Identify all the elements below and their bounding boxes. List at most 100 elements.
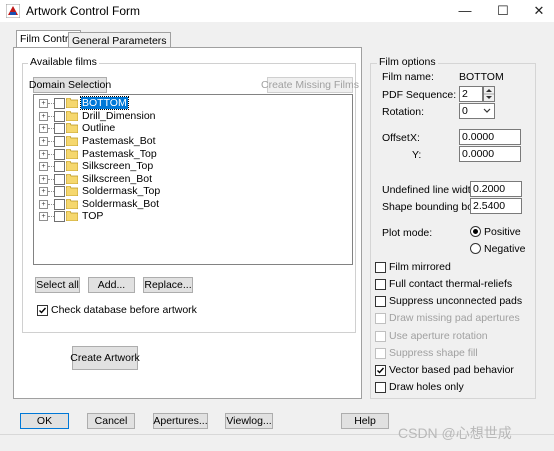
rotation-value: 0 <box>462 105 468 117</box>
film-checkbox[interactable] <box>54 186 65 197</box>
expand-icon[interactable]: + <box>39 187 48 196</box>
suppress-unconnected-pads-checkbox[interactable] <box>375 296 386 307</box>
chevron-down-icon <box>483 108 491 113</box>
app-icon <box>6 4 20 18</box>
film-label[interactable]: Soldermask_Bot <box>81 198 160 210</box>
watermark-text: CSDN @心想世成 <box>398 425 512 441</box>
film-label[interactable]: TOP <box>81 210 104 222</box>
available-films-label: Available films <box>28 56 99 68</box>
expand-icon[interactable]: + <box>39 99 48 108</box>
film-label[interactable]: Outline <box>81 122 116 134</box>
expand-icon[interactable]: + <box>39 212 48 221</box>
pdf-sequence-input[interactable]: 2 <box>459 86 483 102</box>
expand-icon[interactable]: + <box>39 150 48 159</box>
draw-missing-pad-apertures-label: Draw missing pad apertures <box>389 312 520 324</box>
film-checkbox[interactable] <box>54 136 65 147</box>
folder-icon <box>66 136 78 146</box>
plot-mode-positive-label: Positive <box>484 226 521 238</box>
vector-based-pad-behavior-checkbox[interactable] <box>375 365 386 376</box>
film-options-label: Film options <box>377 56 438 68</box>
expand-icon[interactable]: + <box>39 112 48 121</box>
film-label[interactable]: Pastemask_Top <box>81 148 158 160</box>
film-checkbox[interactable] <box>54 199 65 210</box>
window-title: Artwork Control Form <box>26 4 141 18</box>
check-database-checkbox[interactable] <box>37 305 48 316</box>
film-label[interactable]: Pastemask_Bot <box>81 135 157 147</box>
check-database-label: Check database before artwork <box>51 304 197 316</box>
add-button[interactable]: Add... <box>88 277 135 293</box>
pdf-sequence-label: PDF Sequence: <box>382 89 457 101</box>
help-button[interactable]: Help <box>341 413 389 429</box>
shape-bounding-box-input[interactable]: 2.5400 <box>470 198 522 214</box>
film-tree[interactable]: + BOTTOM + Drill_Dimension + Outline + P… <box>33 94 353 265</box>
use-aperture-rotation-checkbox <box>375 331 386 342</box>
film-label[interactable]: Silkscreen_Top <box>81 160 154 172</box>
film-label[interactable]: Drill_Dimension <box>81 110 157 122</box>
full-contact-thermal-reliefs-checkbox[interactable] <box>375 279 386 290</box>
expand-icon[interactable]: + <box>39 137 48 146</box>
domain-selection-button[interactable]: Domain Selection <box>29 77 111 93</box>
title-bar: Artwork Control Form — ☐ ✕ <box>0 0 554 22</box>
suppress-shape-fill-checkbox <box>375 348 386 359</box>
ok-button[interactable]: OK <box>20 413 69 429</box>
maximize-button[interactable]: ☐ <box>486 0 520 22</box>
undefined-line-width-input[interactable]: 0.2000 <box>470 181 522 197</box>
offset-x-label: X: <box>410 132 420 144</box>
tree-node[interactable]: + Pastemask_Bot <box>34 135 234 148</box>
expand-icon[interactable]: + <box>39 124 48 133</box>
folder-icon <box>66 98 78 108</box>
folder-icon <box>66 211 78 221</box>
suppress-unconnected-pads-label: Suppress unconnected pads <box>389 295 523 307</box>
offset-x-input[interactable]: 0.0000 <box>459 129 521 145</box>
film-checkbox[interactable] <box>54 111 65 122</box>
close-button[interactable]: ✕ <box>522 0 554 22</box>
tree-node[interactable]: + Silkscreen_Top <box>34 160 234 173</box>
draw-holes-only-label: Draw holes only <box>389 381 464 393</box>
tree-node[interactable]: + Outline <box>34 122 234 135</box>
film-checkbox[interactable] <box>54 123 65 134</box>
full-contact-thermal-reliefs-label: Full contact thermal-reliefs <box>389 278 513 290</box>
tree-node[interactable]: + TOP <box>34 210 234 223</box>
plot-mode-negative-radio[interactable] <box>470 243 481 254</box>
viewlog-button[interactable]: Viewlog... <box>225 413 273 429</box>
expand-icon[interactable]: + <box>39 175 48 184</box>
film-checkbox[interactable] <box>54 149 65 160</box>
film-label-selected[interactable]: BOTTOM <box>80 96 129 110</box>
film-checkbox[interactable] <box>54 211 65 222</box>
create-artwork-button[interactable]: Create Artwork <box>70 346 140 370</box>
apertures-button[interactable]: Apertures... <box>153 413 208 429</box>
suppress-shape-fill-label: Suppress shape fill <box>389 347 478 359</box>
tree-node[interactable]: + BOTTOM <box>34 96 234 110</box>
plot-mode-negative-label: Negative <box>484 243 526 255</box>
film-label[interactable]: Soldermask_Top <box>81 185 161 197</box>
film-checkbox[interactable] <box>54 174 65 185</box>
draw-holes-only-checkbox[interactable] <box>375 382 386 393</box>
checkmark-icon <box>39 307 47 314</box>
plot-mode-positive-radio[interactable] <box>470 226 481 237</box>
film-mirrored-label: Film mirrored <box>389 261 451 273</box>
rotation-select[interactable]: 0 <box>459 103 495 119</box>
undefined-line-width-label: Undefined line width: <box>382 184 480 196</box>
film-label[interactable]: Silkscreen_Bot <box>81 173 153 185</box>
folder-icon <box>66 199 78 209</box>
replace-button[interactable]: Replace... <box>143 277 193 293</box>
film-mirrored-checkbox[interactable] <box>375 262 386 273</box>
film-name-label: Film name: <box>382 71 434 83</box>
film-name-value: BOTTOM <box>459 71 504 83</box>
tree-node[interactable]: + Soldermask_Top <box>34 185 234 198</box>
cancel-button[interactable]: Cancel <box>87 413 135 429</box>
minimize-button[interactable]: — <box>448 0 482 22</box>
offset-y-label: Y: <box>412 149 422 161</box>
offset-y-input[interactable]: 0.0000 <box>459 146 521 162</box>
pdf-sequence-spinner[interactable] <box>483 86 495 102</box>
film-checkbox[interactable] <box>54 98 65 109</box>
spin-arrows-icon <box>484 89 494 99</box>
film-checkbox[interactable] <box>54 161 65 172</box>
vector-based-pad-behavior-label: Vector based pad behavior <box>389 364 514 376</box>
shape-bounding-box-label: Shape bounding box: <box>382 201 482 213</box>
folder-icon <box>66 186 78 196</box>
expand-icon[interactable]: + <box>39 162 48 171</box>
select-all-button[interactable]: Select all <box>35 277 80 293</box>
expand-icon[interactable]: + <box>39 200 48 209</box>
create-missing-films-button: Create Missing Films <box>260 77 360 93</box>
